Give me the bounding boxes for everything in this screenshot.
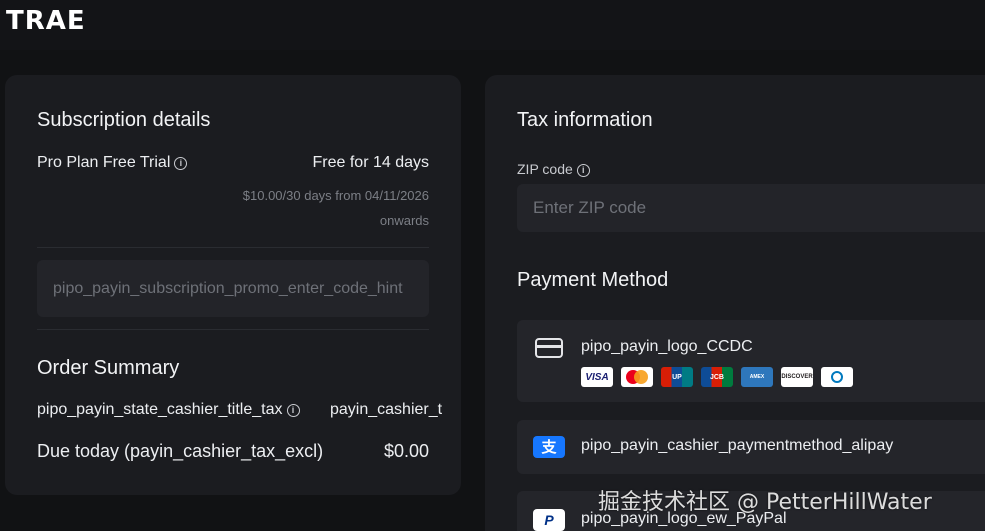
payment-option-label: pipo_payin_cashier_paymentmethod_alipay bbox=[581, 437, 894, 454]
subscription-card: Subscription details Pro Plan Free Trial… bbox=[5, 75, 461, 495]
order-summary-title: Order Summary bbox=[37, 357, 180, 379]
divider bbox=[37, 247, 429, 248]
plan-name: Pro Plan Free Trial bbox=[37, 154, 171, 171]
divider bbox=[37, 329, 429, 330]
promo-code-input[interactable]: pipo_payin_subscription_promo_enter_code… bbox=[37, 260, 429, 317]
info-icon[interactable]: i bbox=[174, 157, 188, 170]
payment-method-title: Payment Method bbox=[517, 269, 669, 291]
renewal-onwards: onwards bbox=[379, 213, 429, 228]
top-bar: TRAE bbox=[0, 0, 985, 50]
watermark: 掘金技术社区 @ PetterHillWater bbox=[598, 490, 932, 515]
tax-info-title: Tax information bbox=[517, 109, 653, 131]
jcb-icon: JCB bbox=[701, 367, 733, 387]
amex-icon: AMEX bbox=[741, 367, 773, 387]
unionpay-icon: UP bbox=[661, 367, 693, 387]
renewal-price: $10.00/30 days from 04/11/2026 bbox=[242, 188, 429, 203]
plan-price: Free for 14 days bbox=[312, 154, 430, 171]
diners-club-icon bbox=[821, 367, 853, 387]
subscription-title: Subscription details bbox=[37, 109, 211, 131]
alipay-icon: 支 bbox=[533, 436, 565, 458]
tax-row-label-wrap: pipo_payin_state_cashier_title_tax i bbox=[37, 401, 300, 419]
payment-option-alipay[interactable]: 支 pipo_payin_cashier_paymentmethod_alipa… bbox=[517, 420, 985, 474]
paypal-icon: P bbox=[533, 509, 565, 531]
discover-icon: DISCOVER bbox=[781, 367, 813, 387]
zip-label: ZIP code bbox=[517, 161, 573, 177]
mastercard-icon bbox=[621, 367, 653, 387]
card-brands: VISA UP JCB AMEX DISCOVER bbox=[581, 367, 853, 387]
due-today-value: $0.00 bbox=[383, 441, 429, 461]
zip-label-row: ZIP code i bbox=[517, 161, 590, 177]
zip-code-input[interactable]: Enter ZIP code bbox=[517, 184, 985, 232]
payment-option-label: pipo_payin_logo_CCDC bbox=[581, 338, 753, 355]
promo-code-placeholder: pipo_payin_subscription_promo_enter_code… bbox=[53, 279, 403, 297]
info-icon[interactable]: i bbox=[576, 164, 590, 177]
zip-code-placeholder: Enter ZIP code bbox=[533, 198, 647, 217]
trae-logo: TRAE bbox=[6, 6, 86, 36]
credit-card-icon bbox=[535, 338, 563, 358]
payment-card: Tax information ZIP code i Enter ZIP code… bbox=[485, 75, 985, 531]
due-today-label: Due today (payin_cashier_tax_excl) bbox=[37, 441, 324, 461]
plan-name-row: Pro Plan Free Trial i bbox=[37, 154, 188, 172]
payment-option-card[interactable]: pipo_payin_logo_CCDC VISA UP JCB AMEX DI… bbox=[517, 320, 985, 402]
tax-row-value: payin_cashier_t bbox=[330, 401, 443, 418]
info-icon[interactable]: i bbox=[286, 404, 300, 417]
visa-icon: VISA bbox=[581, 367, 613, 387]
tax-row-label: pipo_payin_state_cashier_title_tax bbox=[37, 401, 283, 418]
